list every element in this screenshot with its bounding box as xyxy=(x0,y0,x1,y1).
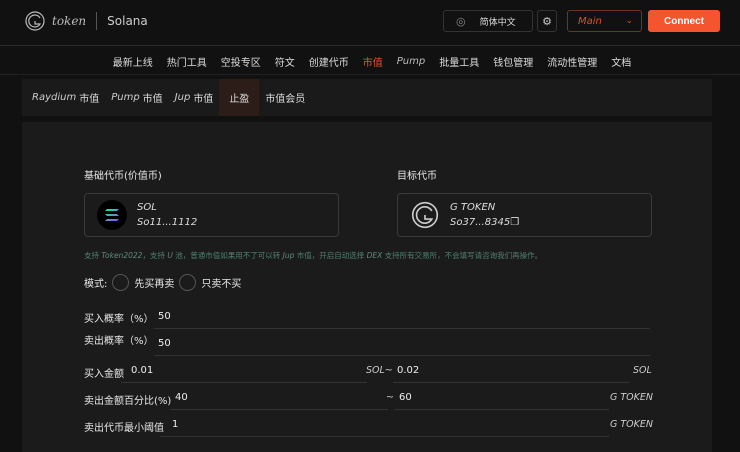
tab-raydium[interactable]: Raydium 市值 xyxy=(26,79,105,116)
nav-item[interactable]: 批量工具 xyxy=(439,54,479,69)
sell-pct-max-input[interactable]: 60 xyxy=(399,392,412,403)
tab-em: Pump xyxy=(111,92,140,103)
tab-label: 止盈 xyxy=(229,94,250,105)
field-underline xyxy=(395,409,609,410)
nav-item[interactable]: 文档 xyxy=(611,54,631,69)
field-underline xyxy=(154,355,650,356)
min-threshold-label: 卖出代币最小阈值 xyxy=(84,423,164,434)
tab-pump[interactable]: Pump 市值 xyxy=(105,79,168,116)
range-sep: ~ xyxy=(386,392,394,403)
field-underline xyxy=(170,409,388,410)
globe-icon: ◎ xyxy=(456,14,466,28)
buy-amount-max-unit: SOL xyxy=(633,365,652,376)
target-address: So37...8345 xyxy=(450,217,511,228)
tab-label: 市值 xyxy=(142,94,163,105)
sell-pct-unit: G TOKEN xyxy=(610,392,654,403)
network-name: Solana xyxy=(107,14,148,28)
sub-tabs: Raydium 市值 Pump 市值 Jup 市值 止盈 市值会员 xyxy=(22,79,712,116)
tab-label: 市值 xyxy=(193,94,214,105)
nav-item[interactable]: 空投专区 xyxy=(221,54,261,69)
network-select-value: Main xyxy=(578,15,602,27)
nav-item[interactable]: 符文 xyxy=(275,54,295,69)
note-em: Jup xyxy=(282,251,295,260)
tab-em: Jup xyxy=(174,92,191,103)
base-token-label: 基础代币(价值币) xyxy=(84,171,162,182)
help-note: 支持 Token2022，支持 U 池，普通市值如果用不了可以转 Jup 市值，… xyxy=(84,250,542,261)
g-token-icon xyxy=(410,200,440,230)
divider xyxy=(96,12,98,30)
language-selector[interactable]: ◎ 简体中文 xyxy=(443,10,533,32)
note-text: 市值，开启自动选择 xyxy=(294,251,367,260)
chevron-down-icon: ⌄ xyxy=(625,16,633,26)
buy-prob-input[interactable]: 50 xyxy=(158,311,171,322)
buy-prob-label: 买入概率（%） xyxy=(84,314,154,325)
sell-pct-label: 卖出金额百分比(%) xyxy=(84,396,172,407)
connect-button[interactable]: Connect xyxy=(648,10,720,32)
nav-item-active[interactable]: 市值 xyxy=(363,54,383,69)
settings-button[interactable]: ⚙ xyxy=(537,10,557,32)
radio-buy-then-sell[interactable] xyxy=(112,274,130,291)
note-text: ，支持 xyxy=(142,251,168,260)
radio-label: 只卖不买 xyxy=(201,279,242,290)
target-token-card[interactable]: G TOKEN So37...8345❐ xyxy=(397,193,652,237)
base-symbol: SOL xyxy=(137,202,157,213)
nav-item[interactable]: 创建代币 xyxy=(309,54,349,69)
field-underline xyxy=(160,436,609,437)
network-select[interactable]: Main ⌄ xyxy=(567,10,642,32)
mode-label: 模式: xyxy=(84,279,108,290)
solana-icon xyxy=(97,200,127,230)
target-token-label: 目标代币 xyxy=(397,171,437,182)
note-em: Token2022 xyxy=(101,251,143,260)
copy-icon[interactable]: ❐ xyxy=(510,217,519,228)
nav-item[interactable]: 流动性管理 xyxy=(547,54,597,69)
tab-take-profit[interactable]: 止盈 xyxy=(219,79,260,116)
field-underline xyxy=(393,382,629,383)
sell-pct-min-input[interactable]: 40 xyxy=(175,392,188,403)
buy-amount-min-input[interactable]: 0.01 xyxy=(131,365,153,376)
buy-amount-unit: SOL~ xyxy=(366,365,393,376)
nav-item[interactable]: 热门工具 xyxy=(167,54,207,69)
base-address: So11...1112 xyxy=(137,217,198,228)
sell-prob-input[interactable]: 50 xyxy=(158,338,171,349)
buy-amount-label: 买入金额 xyxy=(84,369,124,380)
main-nav: 最新上线 热门工具 空投专区 符文 创建代币 市值 Pump 批量工具 钱包管理… xyxy=(0,48,740,75)
base-token-card[interactable]: SOL So11...1112 xyxy=(84,193,339,237)
tab-member[interactable]: 市值会员 xyxy=(259,79,311,116)
nav-item[interactable]: 最新上线 xyxy=(113,54,153,69)
radio-sell-only[interactable] xyxy=(179,274,197,291)
min-threshold-unit: G TOKEN xyxy=(610,419,654,430)
nav-item[interactable]: Pump xyxy=(397,56,425,67)
note-text: 支持所有交易所，不会填写请咨询我们再操作。 xyxy=(382,251,543,260)
tab-em: Raydium xyxy=(32,92,77,103)
min-threshold-input[interactable]: 1 xyxy=(172,419,178,430)
logo-text: token xyxy=(52,14,87,28)
gear-icon: ⚙ xyxy=(542,14,552,28)
note-text: 池，普通市值如果用不了可以转 xyxy=(172,251,283,260)
field-underline xyxy=(121,382,367,383)
logo[interactable]: token Solana xyxy=(24,10,148,32)
tab-label: 市值会员 xyxy=(265,94,306,105)
note-em: DEX xyxy=(366,251,383,260)
tab-label: 市值 xyxy=(79,94,100,105)
nav-item[interactable]: 钱包管理 xyxy=(493,54,533,69)
buy-amount-max-input[interactable]: 0.02 xyxy=(397,365,419,376)
language-label: 简体中文 xyxy=(479,17,516,28)
g-token-logo-icon xyxy=(25,11,45,31)
tab-jup[interactable]: Jup 市值 xyxy=(169,79,220,116)
mode-group: 模式: 先买再卖 只卖不买 xyxy=(84,274,241,291)
radio-label: 先买再卖 xyxy=(134,279,175,290)
sell-prob-label: 卖出概率（%） xyxy=(84,336,154,347)
note-text: 支持 xyxy=(84,251,102,260)
field-underline xyxy=(154,328,650,329)
target-symbol: G TOKEN xyxy=(450,202,496,213)
